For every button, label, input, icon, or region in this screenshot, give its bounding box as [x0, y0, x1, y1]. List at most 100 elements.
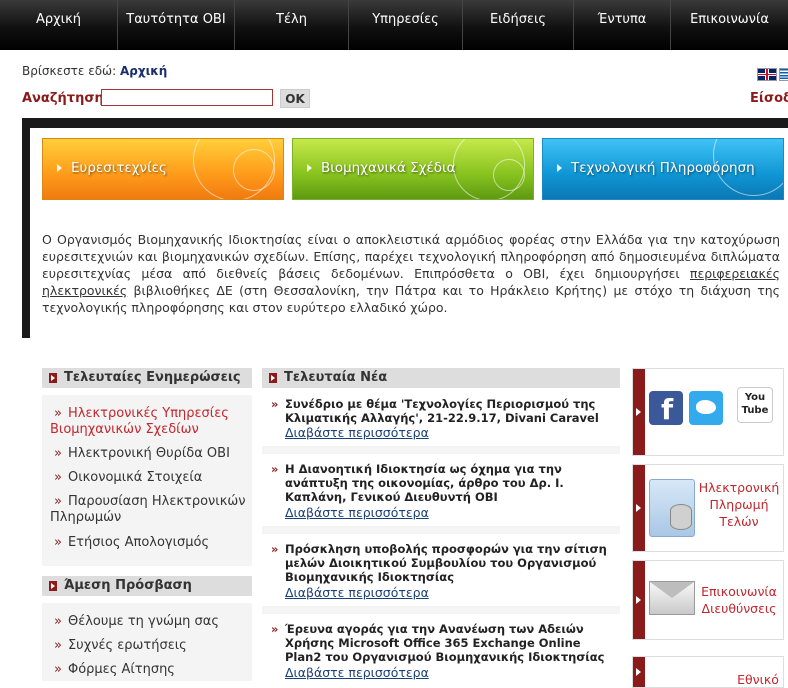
mail-icon: [649, 581, 695, 615]
content-frame-top: [22, 118, 788, 128]
nav-fees[interactable]: Τέλη: [235, 0, 349, 50]
news-separator: [262, 526, 620, 534]
news-item-title[interactable]: » Συνέδριο με θέμα 'Τεχνολογίες Περιορισμ…: [271, 397, 607, 425]
twitter-icon[interactable]: [689, 391, 723, 425]
updates-item-payments[interactable]: » Παρουσίαση Ηλεκτρονικών Πληρωμών: [50, 494, 250, 526]
bullet-icon: »: [54, 638, 62, 653]
news-title-text: Έρευνα αγοράς για την Ανανέωση των Αδειώ…: [285, 622, 605, 664]
chevron-right-icon: [633, 369, 645, 455]
updates-item-annual-report[interactable]: » Ετήσιος Απολογισμός: [50, 535, 250, 551]
search-label: Αναζήτηση: [22, 91, 104, 106]
breadcrumb-prefix: Βρίσκεστε εδώ:: [22, 64, 117, 78]
latest-updates-header: Τελευταίες Ενημερώσεις: [42, 368, 252, 388]
bullet-icon: »: [54, 406, 62, 421]
banner-patents[interactable]: Ευρεσιτεχνίες: [42, 138, 284, 200]
item-label: Συχνές ερωτήσεις: [67, 638, 187, 653]
quick-access-title: Άμεση Πρόσβαση: [64, 578, 192, 593]
quick-item-forms[interactable]: » Φόρμες Αίτησης: [50, 662, 250, 678]
nav-home[interactable]: Αρχική: [0, 0, 118, 50]
e-payment-box[interactable]: Ηλεκτρονική Πληρωμή Τελών: [632, 464, 784, 552]
banner-industrial-designs[interactable]: Βιομηχανικά Σχέδια: [292, 138, 534, 200]
intro-text-start: Ο Οργανισμός Βιομηχανικής Ιδιοκτησίας εί…: [42, 232, 780, 281]
intro-paragraph: Ο Οργανισμός Βιομηχανικής Ιδιοκτησίας εί…: [42, 231, 780, 316]
banner-decoration: [493, 159, 525, 191]
latest-updates-title: Τελευταίες Ενημερώσεις: [64, 370, 241, 385]
latest-news-title: Τελευταία Νέα: [284, 370, 388, 385]
read-more-link[interactable]: Διαβάστε περισσότερα: [285, 505, 429, 520]
nav-news[interactable]: Ειδήσεις: [463, 0, 574, 50]
item-label: Ηλεκτρονικές Υπηρεσίες Βιομηχανικών Σχεδ…: [50, 406, 229, 437]
contact-box[interactable]: Επικοινωνία Διευθύνσεις: [632, 560, 784, 640]
nav-identity[interactable]: Ταυτότητα ΟΒΙ: [118, 0, 235, 50]
nav-forms[interactable]: Έντυπα: [574, 0, 671, 50]
nav-services[interactable]: Υπηρεσίες: [349, 0, 463, 50]
item-label: Φόρμες Αίτησης: [67, 662, 175, 677]
breadcrumb-home-link[interactable]: Αρχική: [120, 64, 167, 78]
latest-news-header: Τελευταία Νέα: [262, 368, 620, 388]
national-box[interactable]: Εθνικό: [632, 656, 784, 688]
item-label: Θέλουμε τη γνώμη σας: [67, 614, 219, 629]
nav-contact[interactable]: Επικοινωνία: [671, 0, 788, 50]
social-media-box: f You Tube: [632, 368, 784, 456]
updates-item-mailbox[interactable]: » Ηλεκτρονική Θυρίδα ΟΒΙ: [50, 446, 250, 462]
login-link[interactable]: Είσοδος: [750, 91, 788, 106]
read-more-link[interactable]: Διαβάστε περισσότερα: [285, 425, 429, 440]
item-label: Ηλεκτρονική Θυρίδα ΟΒΙ: [67, 446, 230, 461]
item-label: Οικονομικά Στοιχεία: [67, 470, 203, 485]
arrow-square-icon: [269, 373, 277, 383]
contact-label: Επικοινωνία Διευθύνσεις: [701, 584, 777, 616]
news-title-text: Συνέδριο με θέμα 'Τεχνολογίες Περιορισμο…: [285, 397, 599, 425]
breadcrumb: Βρίσκεστε εδώ: Αρχική: [22, 64, 167, 78]
news-separator: [262, 446, 620, 454]
news-separator: [262, 606, 620, 614]
news-item-title[interactable]: » Η Διανοητική Ιδιοκτησία ως όχημα για τη…: [271, 462, 607, 504]
arrow-square-icon: [49, 581, 57, 591]
chevron-right-icon: [633, 561, 645, 639]
bullet-icon: »: [54, 535, 62, 550]
arrow-square-icon: [49, 373, 57, 383]
e-payment-label: Ηλεκτρονική Πληρωμή Τελών: [698, 480, 780, 529]
read-more-link[interactable]: Διαβάστε περισσότερα: [285, 585, 429, 600]
updates-item-design-services[interactable]: » Ηλεκτρονικές Υπηρεσίες Βιομηχανικών Σχε…: [50, 406, 250, 438]
greek-flag-icon[interactable]: [779, 68, 788, 81]
content-frame-left: [22, 118, 30, 338]
chevron-right-icon: [633, 657, 645, 687]
updates-item-financial[interactable]: » Οικονομικά Στοιχεία: [50, 470, 250, 486]
bullet-icon: »: [271, 462, 279, 476]
database-icon: [649, 479, 695, 537]
bullet-icon: »: [54, 662, 62, 677]
uk-flag-icon[interactable]: [757, 68, 777, 81]
banner-decoration: [233, 149, 275, 191]
read-more-link[interactable]: Διαβάστε περισσότερα: [285, 665, 429, 680]
intro-text-end: βιβλιοθήκες ΔΕ (στη Θεσσαλονίκη, την Πάτ…: [42, 283, 780, 315]
youtube-icon[interactable]: You Tube: [737, 387, 773, 423]
quick-access-header: Άμεση Πρόσβαση: [42, 576, 252, 596]
youtube-label: You Tube: [741, 392, 769, 416]
banner-industrial-designs-label: Βιομηχανικά Σχέδια: [321, 160, 456, 176]
banner-tech-info-label: Τεχνολογική Πληροφόρηση: [571, 160, 755, 176]
bullet-icon: »: [271, 397, 279, 411]
bullet-icon: »: [54, 494, 62, 509]
bullet-icon: »: [54, 446, 62, 461]
bullet-icon: »: [54, 470, 62, 485]
facebook-icon[interactable]: f: [649, 391, 683, 426]
chevron-right-icon: [557, 164, 562, 172]
quick-item-feedback[interactable]: » Θέλουμε τη γνώμη σας: [50, 614, 250, 630]
top-navigation-bar: Αρχική Ταυτότητα ΟΒΙ Τέλη Υπηρεσίες Ειδή…: [0, 0, 788, 50]
item-label: Ετήσιος Απολογισμός: [67, 535, 210, 550]
bullet-icon: »: [271, 542, 279, 556]
chevron-right-icon: [633, 465, 645, 551]
bullet-icon: »: [271, 622, 279, 636]
news-title-text: Πρόσκληση υποβολής προσφορών για την σίτ…: [285, 542, 607, 584]
news-title-text: Η Διανοητική Ιδιοκτησία ως όχημα για την…: [285, 462, 564, 504]
quick-item-faq[interactable]: » Συχνές ερωτήσεις: [50, 638, 250, 654]
news-item-title[interactable]: » Έρευνα αγοράς για την Ανανέωση των Αδει…: [271, 622, 607, 664]
bullet-icon: »: [54, 614, 62, 629]
banner-tech-info[interactable]: Τεχνολογική Πληροφόρηση: [542, 138, 784, 200]
news-item-title[interactable]: » Πρόσκληση υποβολής προσφορών για την σί…: [271, 542, 607, 584]
search-button[interactable]: OK: [280, 89, 310, 108]
banner-patents-label: Ευρεσιτεχνίες: [71, 160, 167, 176]
national-label: Εθνικό: [737, 672, 779, 687]
search-input[interactable]: [101, 89, 273, 106]
item-label: Παρουσίαση Ηλεκτρονικών Πληρωμών: [50, 494, 246, 525]
